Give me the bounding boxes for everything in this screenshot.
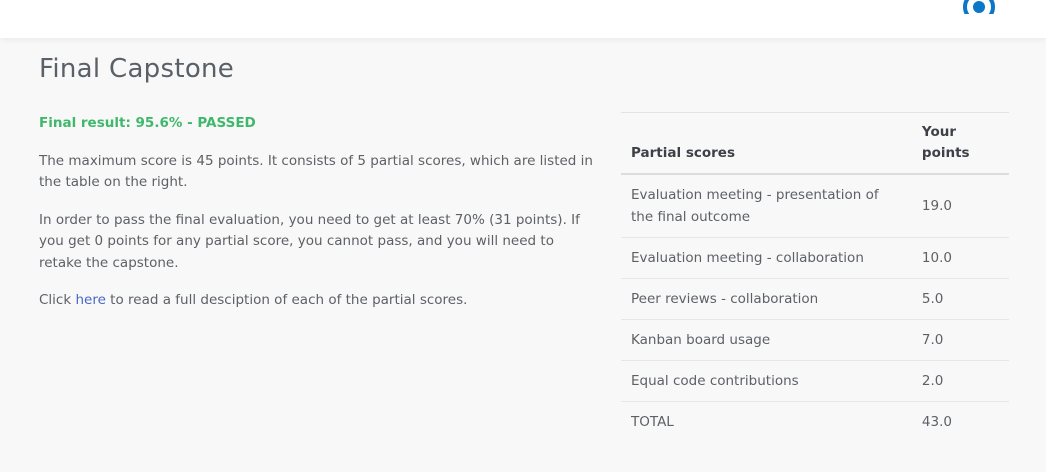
table-row: Kanban board usage 7.0 [621, 319, 1009, 361]
total-points-cell: 43.0 [901, 401, 1009, 442]
user-circle-icon[interactable] [962, 0, 996, 14]
score-summary: Final result: 95.6% - PASSED The maximum… [39, 113, 599, 328]
table-row: Equal code contributions 2.0 [621, 360, 1009, 402]
table-row: Peer reviews - collaboration 5.0 [621, 278, 1009, 320]
score-points-cell: 19.0 [921, 198, 952, 214]
score-name-cell: Equal code contributions [621, 360, 902, 402]
click-prefix-text: Click [39, 292, 76, 308]
score-name-cell: Evaluation meeting - collaboration [621, 237, 902, 279]
score-name-cell: Kanban board usage [621, 319, 902, 361]
score-points-cell: 10.0 [901, 237, 1009, 279]
score-points-cell: 7.0 [901, 319, 1009, 361]
pass-requirement-paragraph: In order to pass the final evaluation, y… [39, 211, 580, 271]
score-name-cell: Evaluation meeting - presentation of the… [631, 187, 879, 225]
click-suffix-text: to read a full desciption of each of the… [105, 292, 468, 308]
partial-scores-table: Partial scores Your points Evaluation me… [621, 112, 1009, 442]
table-row: Evaluation meeting - collaboration 10.0 [621, 237, 1009, 279]
total-label-cell: TOTAL [621, 401, 902, 442]
score-points-cell: 5.0 [901, 278, 1009, 320]
score-name-cell: Peer reviews - collaboration [621, 278, 902, 320]
table-row: Evaluation meeting - presentation of the… [621, 174, 1009, 238]
final-result-text: Final result: 95.6% - PASSED [39, 115, 256, 131]
column-header-partial-scores: Partial scores [621, 112, 902, 175]
description-link-paragraph: Click here to read a full desciption of … [39, 290, 599, 312]
max-score-paragraph: The maximum score is 45 points. It consi… [39, 152, 593, 191]
description-link[interactable]: here [75, 292, 105, 308]
top-navigation-bar [0, 0, 1046, 38]
table-header-row: Partial scores Your points [621, 112, 1009, 175]
score-points-cell: 2.0 [901, 360, 1009, 402]
table-total-row: TOTAL 43.0 [621, 401, 1009, 442]
column-header-your-points: Your points [901, 112, 1009, 175]
page-title: Final Capstone [39, 54, 235, 84]
